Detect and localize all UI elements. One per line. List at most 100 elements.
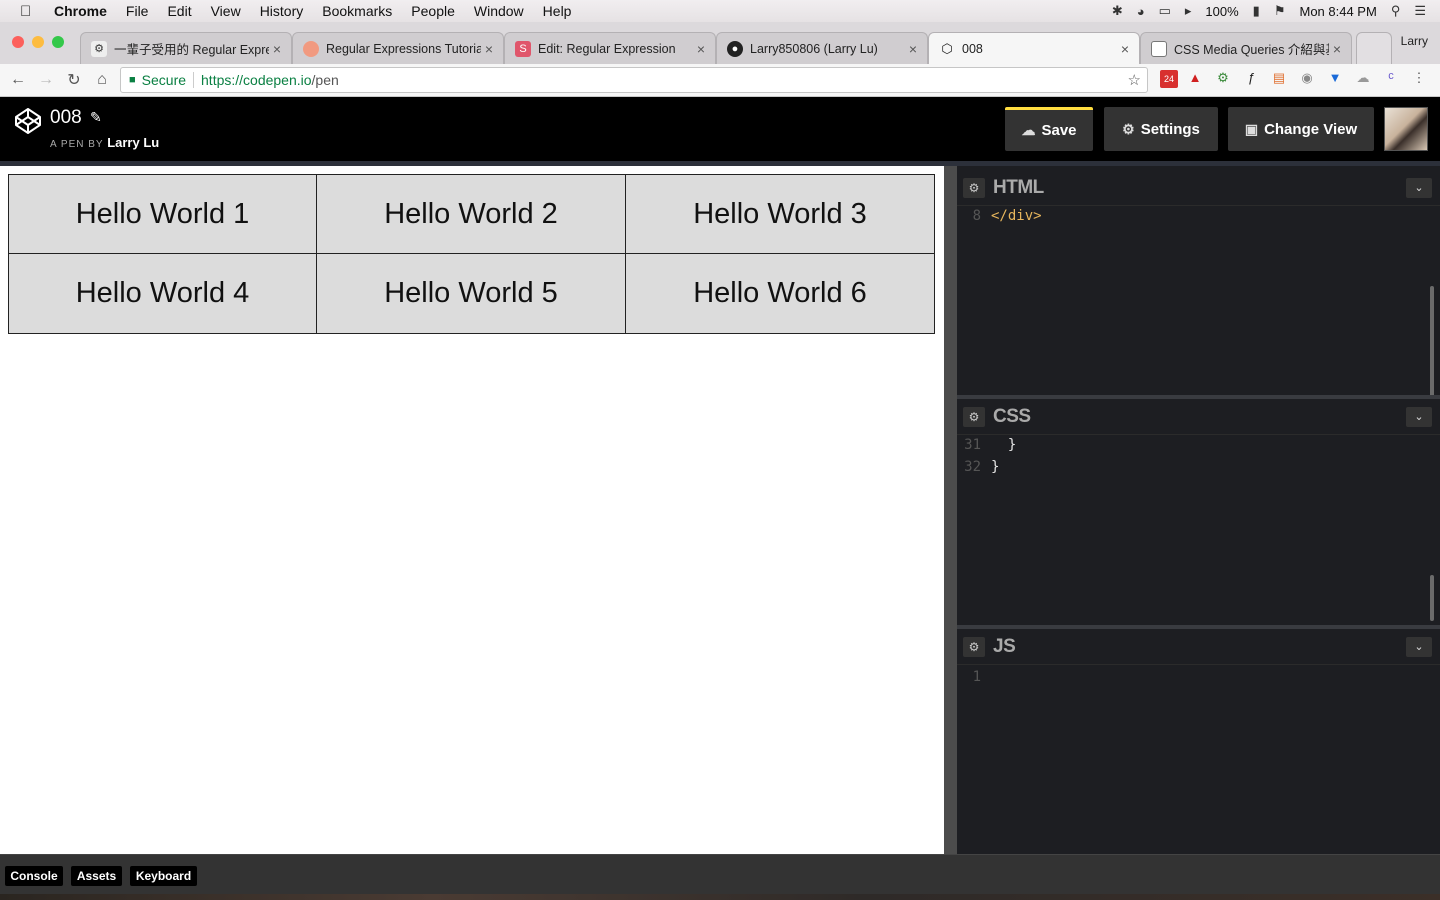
window-close-button[interactable] [12, 36, 24, 48]
js-editor-header: ⚙ JS ⌄ [957, 629, 1440, 665]
codepen-icon: ⬡ [941, 40, 953, 56]
profile-name[interactable]: Larry [1401, 34, 1428, 48]
s-square-icon: S [515, 40, 531, 57]
url-host: https://codepen.io [201, 72, 312, 88]
tab-close-icon[interactable]: × [481, 41, 497, 57]
code-text: </div> [991, 208, 1042, 224]
code-line[interactable]: 8 </div> [957, 208, 1042, 224]
apple-menu-icon[interactable]:  [20, 3, 36, 20]
tab-close-icon[interactable]: × [1329, 41, 1345, 57]
chrome-menu-icon[interactable]: ⋮ [1410, 70, 1428, 88]
pen-title[interactable]: 008 [50, 107, 82, 129]
change-view-button[interactable]: ▣ Change View [1228, 107, 1374, 151]
save-button[interactable]: ☁ Save [1005, 107, 1093, 151]
spotlight-search-icon[interactable]: ⚲ [1391, 3, 1401, 19]
html-settings-gear-icon[interactable]: ⚙ [963, 177, 985, 198]
menu-people[interactable]: People [411, 3, 455, 19]
menu-bookmarks[interactable]: Bookmarks [322, 3, 392, 19]
code-line[interactable]: 1 [957, 669, 991, 685]
codepen-logo-icon[interactable] [14, 107, 42, 135]
pane-resizer-handle[interactable] [944, 166, 957, 854]
browser-tab[interactable]: ● Larry850806 (Larry Lu) × [716, 32, 928, 64]
html-scrollbar[interactable] [1430, 286, 1434, 398]
forward-arrow-icon[interactable]: → [32, 71, 60, 89]
browser-tab-active[interactable]: ⬡ 008 × [928, 32, 1140, 64]
tab-close-icon[interactable]: × [693, 41, 709, 57]
battery-percent[interactable]: 100% [1205, 4, 1238, 19]
menu-app-name[interactable]: Chrome [54, 3, 107, 19]
menu-help[interactable]: Help [543, 3, 572, 19]
console-button[interactable]: Console [5, 866, 63, 886]
css-collapse-chevron-icon[interactable]: ⌄ [1406, 406, 1432, 427]
browser-tab-strip: ⚙ 一輩子受用的 Regular Expre × Regular Express… [0, 22, 1440, 64]
browser-tab[interactable]: Regular Expressions Tutoria × [292, 32, 504, 64]
pen-author-link[interactable]: Larry Lu [107, 135, 159, 150]
bookmark-star-icon[interactable]: ☆ [1128, 71, 1141, 89]
tab-title: Larry850806 (Larry Lu) [750, 41, 878, 56]
line-number: 31 [964, 437, 981, 453]
document-icon [1151, 40, 1167, 57]
menu-file[interactable]: File [126, 3, 149, 19]
browser-tab[interactable]: ⚙ 一輩子受用的 Regular Expre × [80, 32, 292, 64]
home-icon[interactable]: ⌂ [88, 71, 116, 89]
edit-pencil-icon[interactable]: ✎ [90, 109, 102, 126]
notification-center-icon[interactable]: ☰ [1414, 3, 1426, 19]
browser-tab[interactable]: S Edit: Regular Expression × [504, 32, 716, 64]
css-scrollbar[interactable] [1430, 575, 1434, 621]
pen-byline: A PEN BY Larry Lu [50, 135, 159, 150]
reload-icon[interactable]: ↻ [60, 70, 88, 90]
cloud-extension-icon[interactable]: ☁ [1354, 70, 1372, 88]
code-line[interactable]: 32} [957, 459, 999, 475]
address-bar[interactable]: ■ Secure https://codepen.io /pen ☆ [120, 67, 1148, 93]
back-arrow-icon[interactable]: ← [4, 71, 32, 89]
code-line[interactable]: 31 } [957, 437, 1016, 453]
tab-title: Regular Expressions Tutoria [326, 41, 481, 56]
wappalyzer-extension-icon[interactable]: ⚙ [1214, 70, 1232, 88]
url-path: /pen [311, 72, 339, 88]
code-text: } [991, 459, 1000, 475]
grid-cell: Hello World 1 [8, 174, 317, 254]
menu-history[interactable]: History [260, 3, 304, 19]
cjs-extension-icon[interactable]: c [1382, 70, 1400, 88]
menu-view[interactable]: View [211, 3, 241, 19]
settings-button[interactable]: ⚙ Settings [1104, 107, 1218, 151]
view-layout-icon: ▣ [1244, 120, 1259, 137]
bug-extension-icon[interactable]: ◉ [1298, 70, 1316, 88]
tab-close-icon[interactable]: × [1117, 41, 1133, 57]
godzilla-extension-icon[interactable]: ▲ [1186, 70, 1204, 88]
function-extension-icon[interactable]: ƒ [1242, 70, 1260, 88]
assets-button[interactable]: Assets [71, 866, 122, 886]
css-settings-gear-icon[interactable]: ⚙ [963, 406, 985, 427]
window-zoom-button[interactable] [52, 36, 64, 48]
keyboard-button[interactable]: Keyboard [130, 866, 197, 886]
wifi-icon[interactable]: ◕ [1137, 4, 1145, 19]
gear-icon: ⚙ [1122, 120, 1135, 137]
codepen-footer: Console Assets Keyboard [0, 854, 1440, 894]
menu-window[interactable]: Window [474, 3, 524, 19]
result-preview-pane[interactable]: Hello World 1 Hello World 2 Hello World … [0, 166, 944, 854]
css-editor-header: ⚙ CSS ⌄ [957, 399, 1440, 435]
line-number: 32 [964, 459, 981, 475]
hello-world-grid: Hello World 1 Hello World 2 Hello World … [8, 174, 935, 334]
note-extension-icon[interactable]: ▤ [1270, 70, 1288, 88]
html-collapse-chevron-icon[interactable]: ⌄ [1406, 177, 1432, 198]
js-settings-gear-icon[interactable]: ⚙ [963, 636, 985, 657]
new-tab-button[interactable] [1356, 32, 1392, 64]
flag-input-source-icon[interactable]: ⚑ [1274, 3, 1286, 19]
browser-tab[interactable]: CSS Media Queries 介紹與基 × [1140, 32, 1352, 64]
code-text: } [991, 437, 1017, 453]
bluetooth-icon[interactable]: ✱ [1112, 3, 1123, 19]
menu-edit[interactable]: Edit [167, 3, 191, 19]
menu-clock[interactable]: Mon 8:44 PM [1299, 4, 1376, 19]
window-minimize-button[interactable] [32, 36, 44, 48]
battery-icon[interactable]: ▮ [1253, 3, 1260, 19]
js-collapse-chevron-icon[interactable]: ⌄ [1406, 636, 1432, 657]
secure-label: Secure [141, 72, 187, 88]
volume-icon[interactable]: ▸ [1185, 3, 1192, 19]
tab-close-icon[interactable]: × [269, 41, 285, 57]
tab-close-icon[interactable]: × [905, 41, 921, 57]
vue-extension-icon[interactable]: ▼ [1326, 70, 1344, 88]
calendar-extension-icon[interactable]: 24 [1160, 70, 1178, 88]
user-avatar[interactable] [1384, 107, 1428, 151]
airplay-icon[interactable]: ▭ [1159, 3, 1171, 19]
